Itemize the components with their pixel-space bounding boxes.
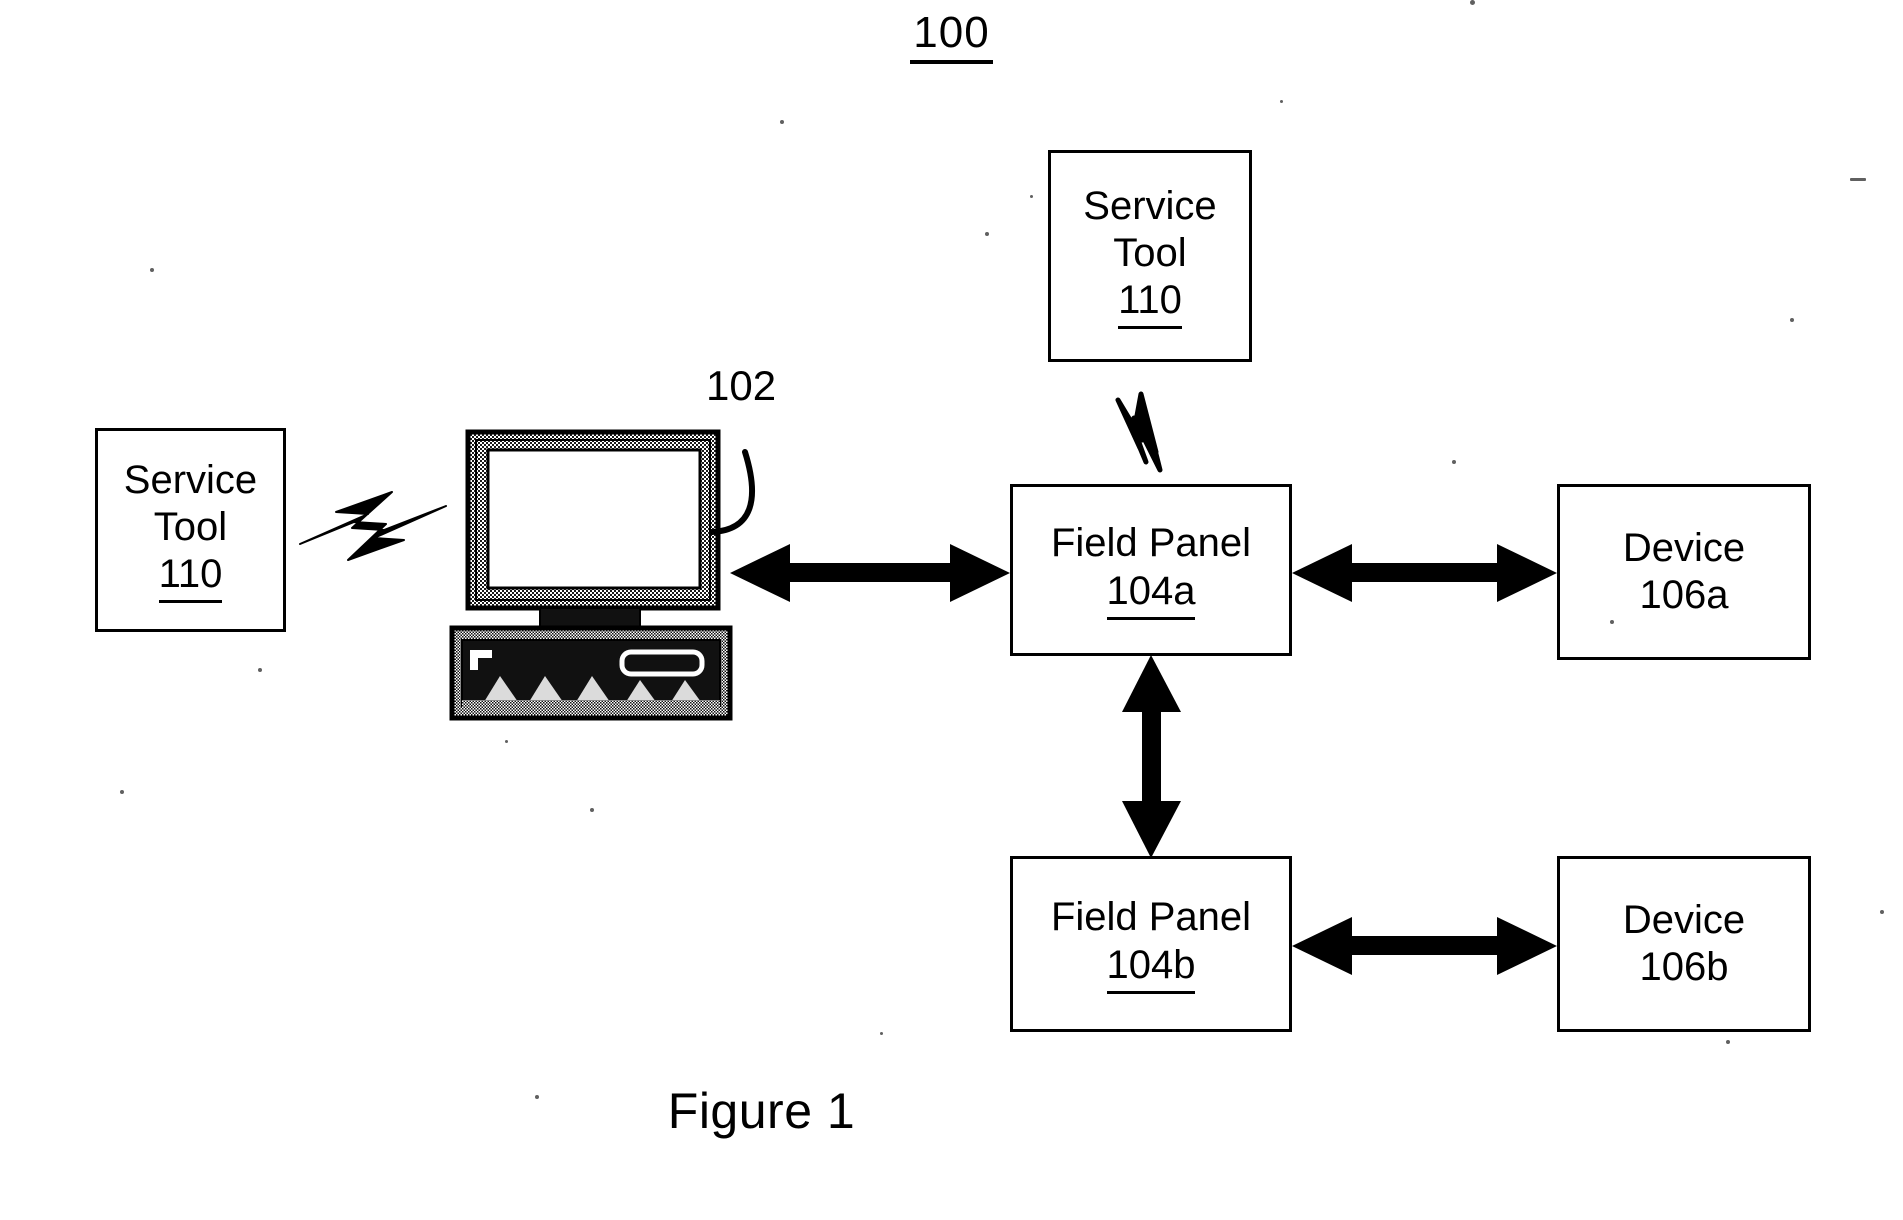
service-tool-left-box: Service Tool 110 — [95, 428, 286, 632]
device-a-numeral: 106a — [1639, 573, 1729, 617]
arrow-field-panel-a-to-device-a — [1292, 544, 1557, 602]
wireless-bolt-icon-horizontal — [299, 491, 447, 561]
scan-speck — [1880, 910, 1884, 914]
field-panel-a-box: Field Panel 104a — [1010, 484, 1292, 656]
scan-speck — [120, 790, 124, 794]
scan-speck — [150, 268, 154, 272]
workstation-leader-line — [709, 449, 755, 535]
service-tool-top-numeral: 110 — [1118, 277, 1182, 330]
figure-reference-numeral-text: 100 — [910, 8, 993, 64]
service-tool-left-numeral: 110 — [158, 551, 223, 604]
field-panel-b-numeral: 104b — [1106, 942, 1196, 994]
scan-speck — [985, 232, 989, 236]
scan-speck — [1790, 318, 1794, 322]
field-panel-b-label: Field Panel — [1050, 895, 1252, 940]
workstation-numeral: 102 — [706, 362, 777, 409]
scan-speck — [1470, 0, 1475, 5]
arrow-field-panel-a-to-field-panel-b — [1122, 655, 1181, 858]
device-a-label: Device — [1622, 525, 1746, 570]
wireless-bolt-icon-vertical — [1115, 391, 1163, 473]
scan-speck — [1030, 195, 1033, 198]
field-panel-a-numeral: 104a — [1106, 568, 1196, 620]
scan-speck — [258, 668, 262, 672]
device-b-label: Device — [1622, 897, 1746, 942]
device-a-box: Device 106a — [1557, 484, 1811, 660]
scan-speck — [1452, 460, 1456, 464]
field-panel-a-label: Field Panel — [1050, 521, 1252, 566]
scan-speck — [1280, 100, 1283, 103]
service-tool-left-label-line1: Service — [123, 457, 258, 502]
service-tool-left-label-line2: Tool — [153, 504, 228, 549]
scan-speck — [780, 120, 784, 124]
scan-speck — [590, 808, 594, 812]
field-panel-b-box: Field Panel 104b — [1010, 856, 1292, 1032]
patent-figure: 100 Service Tool 110 Service Tool 110 Fi… — [0, 0, 1903, 1220]
scan-speck — [1726, 1040, 1730, 1044]
desktop-computer-icon — [449, 429, 733, 721]
scan-speck — [535, 1095, 539, 1099]
arrow-workstation-to-field-panel-a — [730, 544, 1010, 602]
service-tool-top-label-line1: Service — [1083, 183, 1217, 228]
scan-speck — [1610, 620, 1614, 624]
service-tool-top-box: Service Tool 110 — [1048, 150, 1252, 362]
scan-speck — [880, 1032, 883, 1035]
device-b-numeral: 106b — [1639, 945, 1729, 989]
device-b-box: Device 106b — [1557, 856, 1811, 1032]
service-tool-top-label-line2: Tool — [1113, 230, 1187, 275]
scan-speck — [1850, 178, 1866, 181]
figure-caption: Figure 1 — [667, 1083, 856, 1139]
scan-speck — [505, 740, 508, 743]
figure-reference-numeral: 100 — [0, 8, 1903, 64]
arrow-field-panel-b-to-device-b — [1292, 917, 1557, 975]
